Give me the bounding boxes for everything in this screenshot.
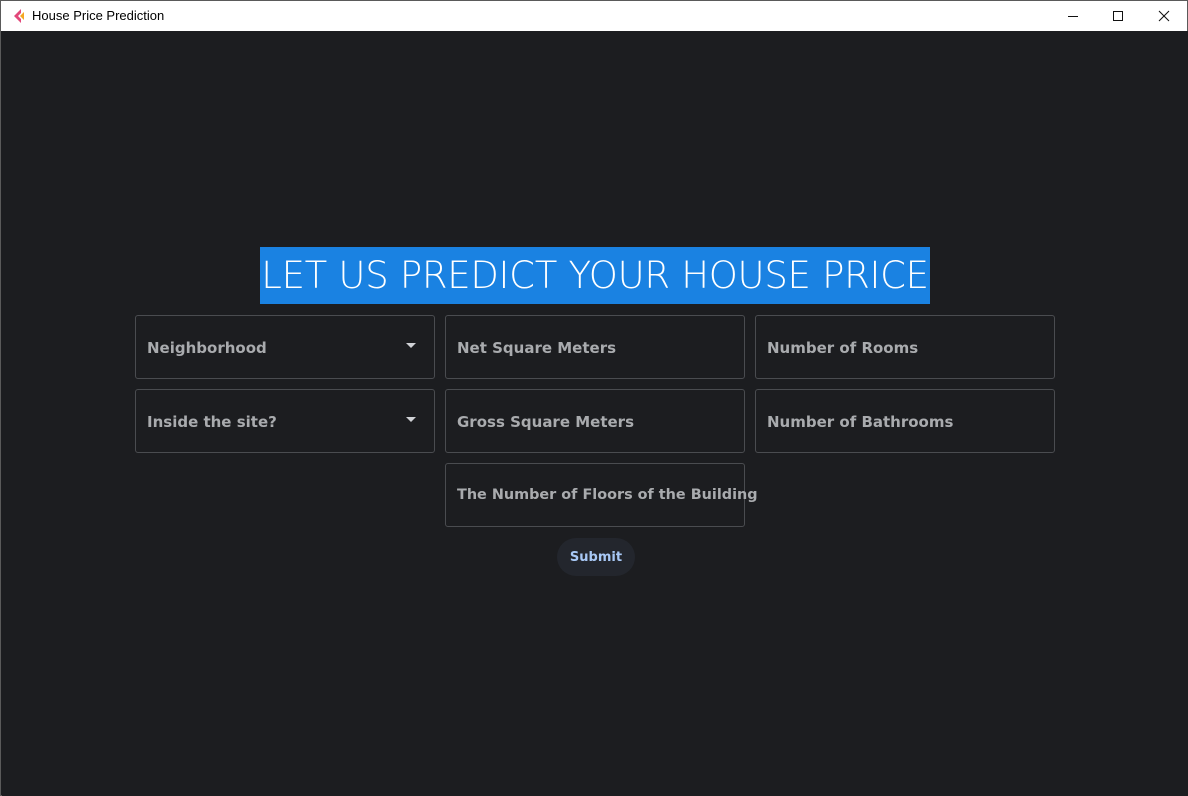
page-heading: LET US PREDICT YOUR HOUSE PRICE [260,247,930,304]
title-bar[interactable]: House Price Prediction [1,1,1187,31]
main-content: LET US PREDICT YOUR HOUSE PRICE Neighbor… [2,31,1188,796]
minimize-icon [1068,16,1078,17]
net-square-meters-label: Net Square Meters [457,339,617,357]
minimize-button[interactable] [1050,1,1096,31]
neighborhood-label: Neighborhood [147,339,267,357]
number-of-rooms-field[interactable]: Number of Rooms [755,315,1055,379]
gross-square-meters-field[interactable]: Gross Square Meters [445,389,745,453]
inside-site-dropdown[interactable]: Inside the site? [135,389,435,453]
chevron-down-icon [406,417,416,422]
number-of-bathrooms-field[interactable]: Number of Bathrooms [755,389,1055,453]
number-of-bathrooms-label: Number of Bathrooms [767,413,954,431]
chevron-down-icon [406,343,416,348]
number-of-floors-label: The Number of Floors of the Building [457,487,758,503]
window-title: House Price Prediction [32,8,165,23]
maximize-icon [1113,11,1123,21]
maximize-button[interactable] [1095,1,1141,31]
number-of-floors-field[interactable]: The Number of Floors of the Building [445,463,758,527]
neighborhood-dropdown[interactable]: Neighborhood [135,315,435,379]
number-of-rooms-label: Number of Rooms [767,339,919,357]
heading-row: LET US PREDICT YOUR HOUSE PRICE [2,247,1188,304]
close-button[interactable] [1141,1,1187,31]
app-window: House Price Prediction LET US PREDICT YO… [0,0,1188,796]
close-icon [1158,10,1170,22]
gross-square-meters-label: Gross Square Meters [457,413,634,431]
app-logo-icon [14,9,24,23]
submit-button[interactable]: Submit [557,538,635,576]
inside-site-label: Inside the site? [147,413,277,431]
net-square-meters-field[interactable]: Net Square Meters [445,315,745,379]
